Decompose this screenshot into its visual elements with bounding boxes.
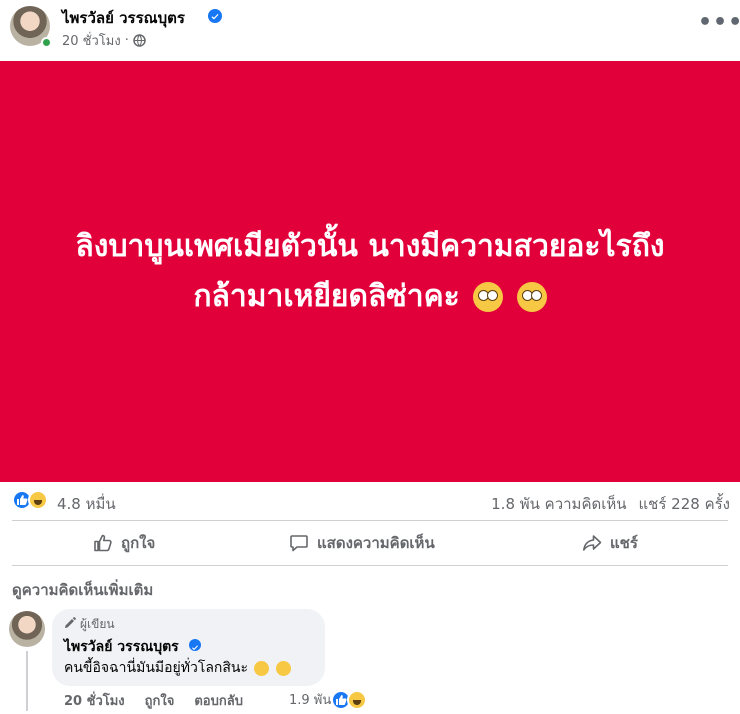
comment-label: แสดงความคิดเห็น [317,534,435,552]
post-header: ไพรวัลย์ วรรณบุตร 20 ชั่วโมง · ••• [0,0,740,60]
thumbs-up-icon [93,533,113,553]
reply-thread-line [26,651,28,711]
comment-actions: 20 ชั่วโมง ถูกใจ ตอบกลับ [64,690,243,711]
post-stats: 4.8 หมื่น 1.8 พัน ความคิดเห็น แชร์ 228 ค… [0,486,740,516]
comment-author-name[interactable]: ไพรวัลย์ วรรณบุตร [64,636,179,658]
haha-reaction-icon [347,689,368,710]
share-button[interactable]: แชร์ [582,529,638,557]
comment-reactions[interactable]: 1.9 พัน [289,689,368,710]
eye-roll-emoji-icon [473,282,504,312]
divider [12,565,728,566]
share-arrow-icon [582,533,602,553]
comment-reaction-count: 1.9 พัน [289,693,332,708]
comment-count[interactable]: 1.8 พัน ความคิดเห็น [491,492,626,516]
post-text-line-1: ลิงบาบูนเพศเมียตัวนั้น นางมีความสวยอะไรถ… [75,228,665,264]
eye-roll-emoji-icon [254,660,270,676]
comment-author-avatar[interactable] [9,611,45,647]
post-text-line-2: กล้ามาเหยียดลิซ่าคะ [20,272,720,322]
pen-icon [64,617,76,632]
reaction-count[interactable]: 4.8 หมื่น [57,492,116,516]
eye-roll-emoji-icon [275,660,291,676]
comment-bubble: ผู้เขียน ไพรวัลย์ วรรณบุตร คนขี้อิจฉานี่… [52,609,325,686]
more-options-icon[interactable]: ••• [698,12,740,36]
share-count[interactable]: แชร์ 228 ครั้ง [639,492,731,516]
comment-share-counts: 1.8 พัน ความคิดเห็น แชร์ 228 ครั้ง [491,492,730,516]
globe-icon [133,34,146,47]
verified-badge-icon [208,9,222,23]
comment-time[interactable]: 20 ชั่วโมง [64,690,125,711]
action-bar: ถูกใจ แสดงความคิดเห็น แชร์ [0,525,740,561]
online-status-dot [41,37,52,48]
share-label: แชร์ [610,534,638,552]
eye-roll-emoji-icon [516,282,547,312]
haha-reaction-icon [28,490,48,510]
post-time-row: 20 ชั่วโมง · [62,30,146,51]
like-label: ถูกใจ [121,534,156,552]
comment-text: คนขี้อิจฉานี่มันมีอยู่ทั่วโลกสินะ [64,657,291,679]
post-text: ลิงบาบูนเพศเมียตัวนั้น นางมีความสวยอะไรถ… [20,222,720,322]
comment-button[interactable]: แสดงความคิดเห็น [289,529,435,557]
author-tag: ผู้เขียน [64,615,115,634]
author-name[interactable]: ไพรวัลย์ วรรณบุตร [62,6,185,30]
post-image[interactable]: ลิงบาบูนเพศเมียตัวนั้น นางมีความสวยอะไรถ… [0,61,740,482]
comment-reply-button[interactable]: ตอบกลับ [194,690,243,711]
more-comments-link[interactable]: ดูความคิดเห็นเพิ่มเติม [12,578,153,602]
time-separator: · [124,33,129,48]
comment-text-content: คนขี้อิจฉานี่มันมีอยู่ทั่วโลกสินะ [64,660,249,676]
divider [12,520,728,521]
comment-like-button[interactable]: ถูกใจ [145,690,175,711]
verified-badge-icon [189,639,201,651]
like-button[interactable]: ถูกใจ [93,529,155,557]
post-time[interactable]: 20 ชั่วโมง [62,30,121,51]
reaction-icons[interactable] [12,490,48,510]
post-text-line-2-text: กล้ามาเหยียดลิซ่าคะ [193,278,460,314]
author-tag-label: ผู้เขียน [80,617,115,631]
comment-icon [289,533,309,553]
